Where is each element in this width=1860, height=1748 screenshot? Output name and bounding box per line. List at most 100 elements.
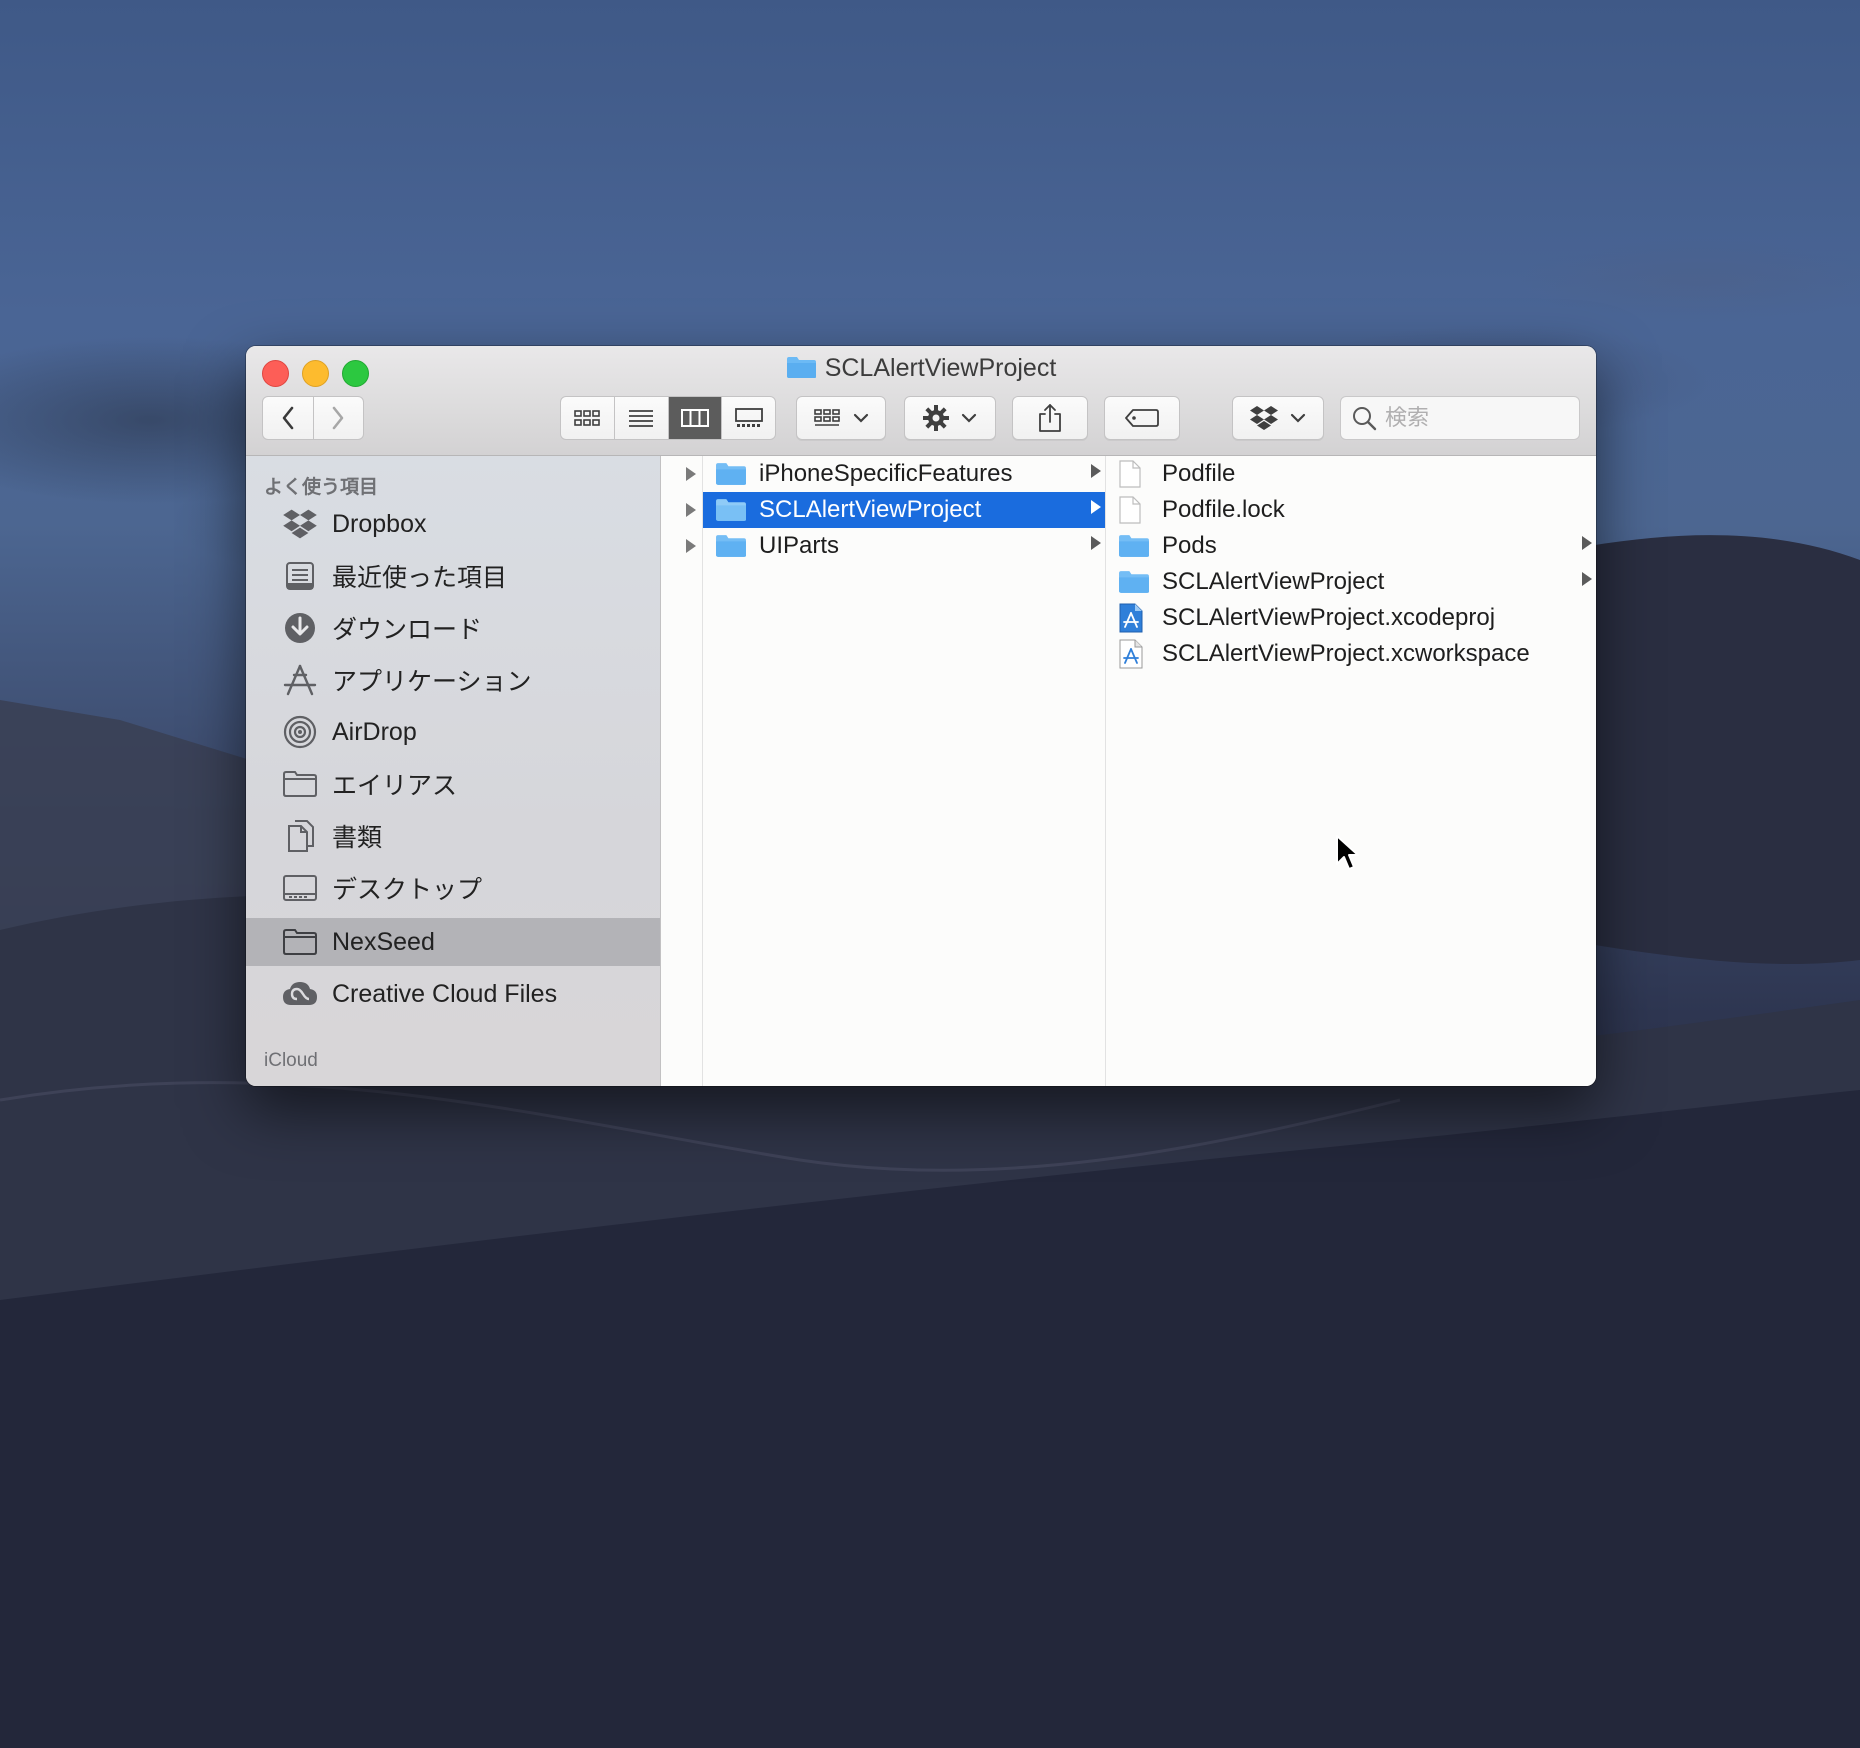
dropbox-icon xyxy=(280,504,320,544)
sidebar-item-label: エイリアス xyxy=(332,772,458,800)
back-forward-group xyxy=(262,396,364,440)
disclosure-arrow-icon xyxy=(1091,536,1101,550)
sidebar-item-nexseed[interactable]: NexSeed xyxy=(246,918,660,966)
gallery-view-button[interactable] xyxy=(722,397,775,439)
sidebar-item-desktop[interactable]: デスクトップ xyxy=(246,864,660,912)
document-icon xyxy=(1118,496,1150,524)
window-title: SCLAlertViewProject xyxy=(246,354,1596,383)
document-icon xyxy=(1118,460,1150,488)
disclosure-arrow-icon xyxy=(1582,536,1592,550)
folder-icon xyxy=(1118,533,1150,559)
folder-icon xyxy=(786,356,817,379)
creative-cloud-icon xyxy=(280,974,320,1014)
share-button[interactable] xyxy=(1012,396,1088,440)
mouse-pointer-icon xyxy=(1336,835,1359,870)
sidebar-item-label: 最近使った項目 xyxy=(332,564,508,592)
back-button[interactable] xyxy=(263,397,314,439)
disclosure-arrow-icon xyxy=(686,503,696,517)
list-item-folder[interactable]: Pods xyxy=(1106,528,1596,564)
sidebar-item-dropbox[interactable]: Dropbox xyxy=(246,500,660,548)
item-name: UIParts xyxy=(759,532,840,559)
list-item-file[interactable]: SCLAlertViewProject.xcodeproj xyxy=(1106,600,1596,636)
list-view-icon xyxy=(629,410,654,427)
folder-icon xyxy=(715,497,747,523)
download-icon xyxy=(280,608,320,648)
group-by-icon xyxy=(814,409,840,426)
sidebar-item-alias[interactable]: エイリアス xyxy=(246,760,660,808)
tag-icon xyxy=(1125,409,1159,427)
view-mode-control xyxy=(560,396,776,440)
search-field[interactable] xyxy=(1340,396,1580,440)
applications-icon xyxy=(280,660,320,700)
documents-icon xyxy=(280,816,320,856)
recents-icon xyxy=(280,556,320,596)
sidebar-item-airdrop[interactable]: AirDrop xyxy=(246,708,660,756)
sidebar-item-label: AirDrop xyxy=(332,717,417,746)
item-name: Podfile.lock xyxy=(1162,496,1285,523)
disclosure-arrow-icon xyxy=(686,467,696,481)
list-item-folder-selected[interactable]: SCLAlertViewProject xyxy=(703,492,1105,528)
gallery-view-icon xyxy=(734,408,763,427)
item-name: SCLAlertViewProject xyxy=(759,496,982,523)
list-item-file[interactable]: Podfile.lock xyxy=(1106,492,1596,528)
chevron-right-icon xyxy=(332,406,344,430)
list-item-folder[interactable]: UIParts xyxy=(703,528,1105,564)
folder-icon xyxy=(1118,569,1150,595)
forward-button[interactable] xyxy=(314,397,364,439)
chevron-left-icon xyxy=(282,406,294,430)
icon-view-icon xyxy=(574,410,601,426)
folder-icon xyxy=(715,461,747,487)
list-item-folder[interactable]: iPhoneSpecificFeatures xyxy=(703,456,1105,492)
xcodeproj-icon xyxy=(1118,603,1150,633)
item-name: Pods xyxy=(1162,532,1217,559)
group-by-button[interactable] xyxy=(796,396,886,440)
list-view-button[interactable] xyxy=(615,397,669,439)
sidebar-item-creative-cloud[interactable]: Creative Cloud Files xyxy=(246,970,660,1018)
icloud-header: iCloud xyxy=(264,1050,318,1071)
airdrop-icon xyxy=(280,712,320,752)
sidebar-item-applications[interactable]: アプリケーション xyxy=(246,656,660,704)
search-input[interactable] xyxy=(1383,404,1557,432)
search-icon xyxy=(1353,407,1377,431)
list-item-file[interactable]: Podfile xyxy=(1106,456,1596,492)
window-title-text: SCLAlertViewProject xyxy=(824,354,1057,382)
sidebar-item-label: Creative Cloud Files xyxy=(332,979,558,1008)
item-name: Podfile xyxy=(1162,460,1236,487)
sidebar: よく使う項目 Dropbox 最近使った項目 ダウンロード アプリケーション A… xyxy=(246,456,661,1086)
action-menu-button[interactable] xyxy=(904,396,996,440)
icon-view-button[interactable] xyxy=(561,397,615,439)
list-item-file[interactable]: SCLAlertViewProject.xcworkspace xyxy=(1106,636,1596,672)
tag-button[interactable] xyxy=(1104,396,1180,440)
share-icon xyxy=(1039,404,1061,432)
item-name: SCLAlertViewProject.xcworkspace xyxy=(1162,640,1530,667)
favorites-header: よく使う項目 xyxy=(264,477,379,498)
sidebar-item-recents[interactable]: 最近使った項目 xyxy=(246,552,660,600)
titlebar: SCLAlertViewProject xyxy=(246,346,1596,456)
column-parent xyxy=(661,456,703,1086)
column-middle: iPhoneSpecificFeatures SCLAlertViewProje… xyxy=(703,456,1106,1086)
disclosure-arrow-icon xyxy=(1091,464,1101,478)
item-name: SCLAlertViewProject.xcodeproj xyxy=(1162,604,1496,631)
sidebar-item-label: ダウンロード xyxy=(332,616,483,644)
sidebar-item-documents[interactable]: 書類 xyxy=(246,812,660,860)
chevron-down-icon xyxy=(853,413,869,423)
folder-icon xyxy=(280,922,320,962)
dropbox-toolbar-button[interactable] xyxy=(1232,396,1324,440)
dropbox-icon xyxy=(1250,406,1278,430)
disclosure-arrow-icon xyxy=(686,539,696,553)
sidebar-item-label: Dropbox xyxy=(332,509,427,538)
list-item-folder[interactable]: SCLAlertViewProject xyxy=(1106,564,1596,600)
folder-icon xyxy=(715,533,747,559)
sidebar-item-downloads[interactable]: ダウンロード xyxy=(246,604,660,652)
sidebar-item-label: NexSeed xyxy=(332,927,435,956)
column-view-button[interactable] xyxy=(668,397,723,439)
column-view-icon xyxy=(680,409,709,427)
item-name: SCLAlertViewProject xyxy=(1162,568,1385,595)
folder-icon xyxy=(280,764,320,804)
chevron-down-icon xyxy=(961,413,977,423)
desktop-icon xyxy=(280,868,320,908)
sidebar-item-label: 書類 xyxy=(332,824,383,852)
disclosure-arrow-icon xyxy=(1582,572,1592,586)
sidebar-item-label: アプリケーション xyxy=(332,668,532,696)
disclosure-arrow-icon xyxy=(1091,500,1101,514)
